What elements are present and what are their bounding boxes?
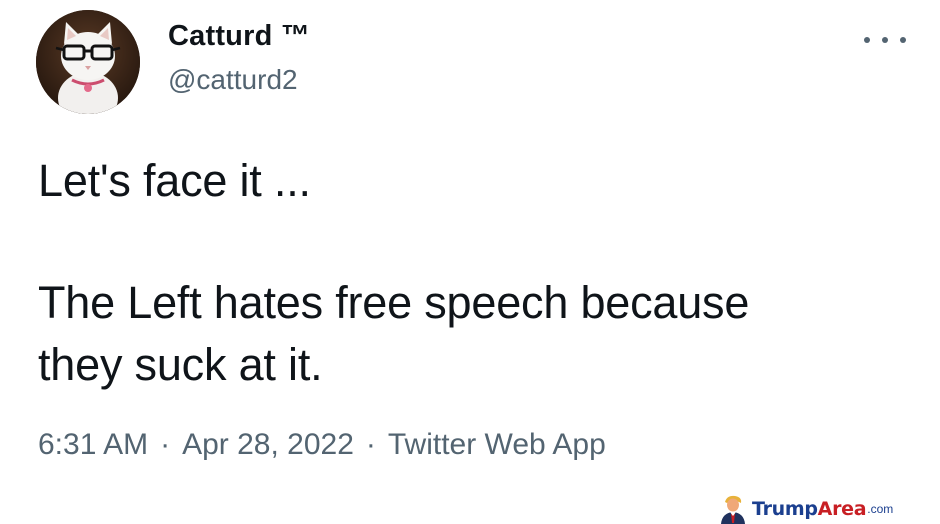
dot xyxy=(900,37,906,43)
tweet-line: Let's face it ... xyxy=(38,155,311,206)
separator: · xyxy=(160,428,171,461)
watermark-logo: Trump Area .com xyxy=(716,494,893,524)
tweet-line: they suck at it. xyxy=(38,339,323,390)
trump-figure-icon xyxy=(716,494,750,524)
dot xyxy=(864,37,870,43)
watermark-suffix: .com xyxy=(867,502,894,516)
tweet-time[interactable]: 6:31 AM xyxy=(38,428,148,462)
tweet-line: The Left hates free speech because xyxy=(38,277,750,328)
watermark-brand-part: Trump xyxy=(752,498,818,520)
display-name[interactable]: Catturd ™ xyxy=(168,20,310,53)
more-options-icon[interactable] xyxy=(864,28,906,52)
cat-avatar-icon xyxy=(36,10,140,114)
tweet-card: Catturd ™ @catturd2 Let's face it ... Th… xyxy=(0,0,940,524)
dot xyxy=(882,37,888,43)
tweet-source[interactable]: Twitter Web App xyxy=(388,428,606,462)
separator: · xyxy=(365,428,376,461)
tweet-metadata: 6:31 AM · Apr 28, 2022 · Twitter Web App xyxy=(38,428,606,462)
tweet-text: Let's face it ... The Left hates free sp… xyxy=(38,150,898,396)
user-handle[interactable]: @catturd2 xyxy=(168,64,298,96)
tweet-date[interactable]: Apr 28, 2022 xyxy=(182,428,354,462)
avatar[interactable] xyxy=(36,10,140,114)
watermark-brand-part: Area xyxy=(817,498,867,520)
